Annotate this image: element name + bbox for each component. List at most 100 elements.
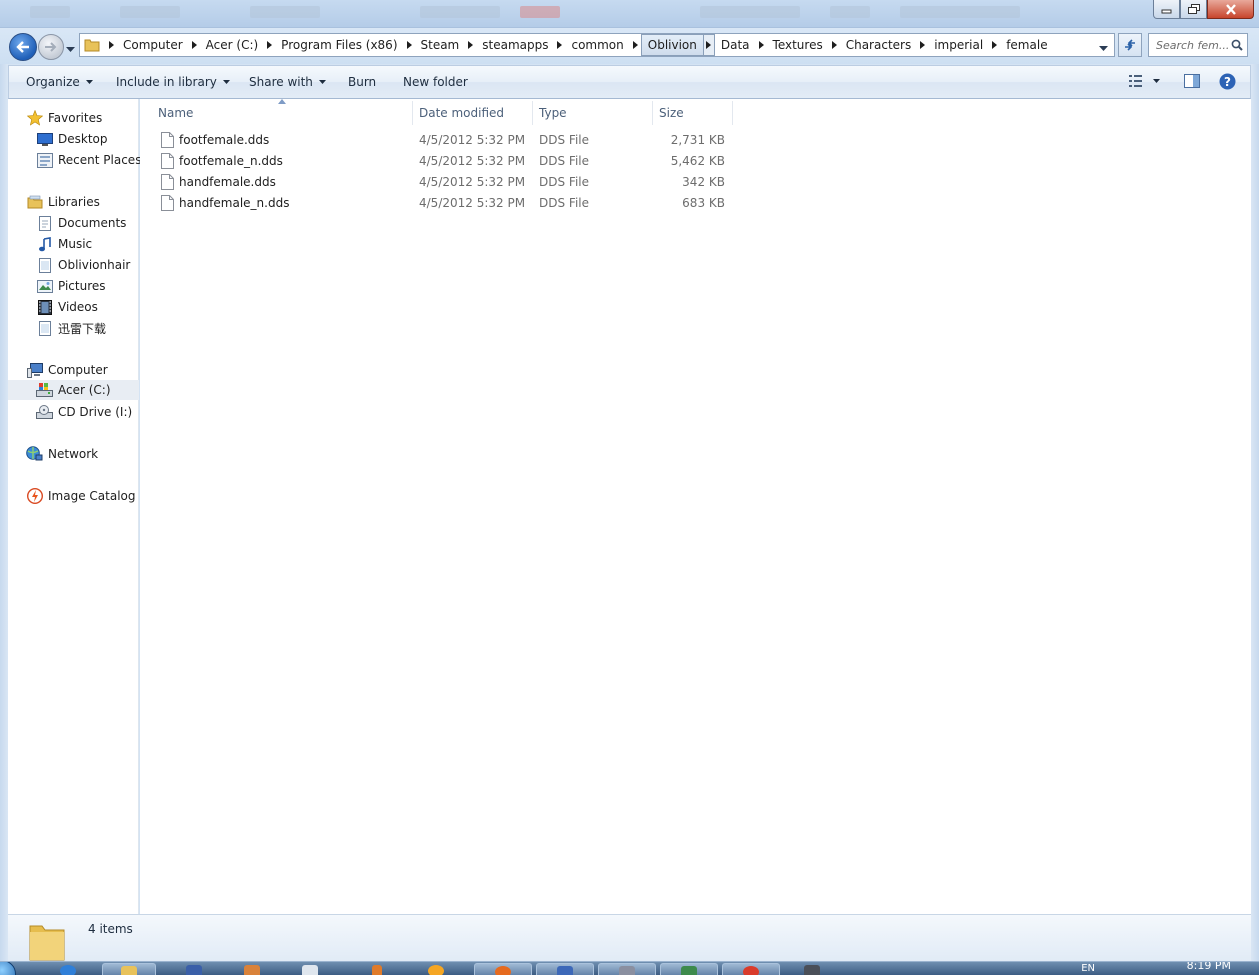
column-divider[interactable] [532,101,533,125]
breadcrumb-item[interactable]: Oblivion [640,34,715,56]
taskbar-app-button[interactable] [536,963,594,975]
forward-arrow-icon [45,42,57,52]
breadcrumb-separator[interactable] [189,34,200,56]
breadcrumb-separator[interactable] [829,34,840,56]
taskbar-app-icon[interactable] [244,965,260,975]
burn-button[interactable]: Burn [348,66,376,98]
preview-pane-button[interactable] [1184,73,1201,92]
breadcrumb-label: Computer [123,38,183,52]
breadcrumb-item[interactable]: Characters [840,34,929,56]
close-button[interactable] [1207,0,1254,19]
taskbar-app-icon[interactable] [186,965,202,975]
refresh-button[interactable] [1118,33,1142,57]
minimize-button[interactable] [1153,0,1180,19]
forward-button[interactable] [38,34,64,60]
breadcrumb-separator[interactable] [404,34,415,56]
share-with-button[interactable]: Share with [249,66,326,98]
file-date-modified: 4/5/2012 5:32 PM [419,154,526,168]
file-icon [161,153,174,172]
organize-button[interactable]: Organize [26,66,93,98]
minimize-icon [1161,9,1172,13]
file-row[interactable]: handfemale_n.dds 4/5/2012 5:32 PM DDS File… [157,193,732,214]
file-row[interactable]: footfemale.dds 4/5/2012 5:32 PM DDS File 2,… [157,130,732,151]
search-box[interactable]: Search fem... [1148,33,1248,57]
new-folder-button[interactable]: New folder [403,66,468,98]
nav-network-label: Network [48,447,99,461]
file-row[interactable]: handfemale.dds 4/5/2012 5:32 PM DDS File 34… [157,172,732,193]
nav-desktop-label: Desktop [58,132,108,146]
nav-computer[interactable]: Computer [26,360,157,380]
column-divider[interactable] [732,101,733,125]
address-history-dropdown[interactable] [1099,41,1108,55]
include-in-library-label: Include in library [116,75,217,89]
taskbar-app-icon[interactable] [804,965,820,975]
nav-drive-c[interactable]: Acer (C:) [8,380,139,400]
file-size: 342 KB [682,175,725,189]
breadcrumb-label: Textures [772,38,823,52]
breadcrumb-label: imperial [934,38,984,52]
maximize-button[interactable] [1180,0,1207,19]
breadcrumb-item[interactable]: Computer [117,34,200,56]
network-icon [26,446,43,463]
breadcrumb-item[interactable]: common [565,34,640,56]
breadcrumb-item[interactable]: Data [715,34,767,56]
library-folder-icon [36,320,53,337]
column-header-size[interactable]: Size [659,101,684,125]
column-header-name[interactable]: Name [158,101,193,125]
cd-drive-icon [36,404,53,421]
breadcrumb-item[interactable]: Textures [767,34,840,56]
breadcrumb-separator[interactable] [264,34,275,56]
taskbar-clock[interactable]: 8:19 PM [1187,962,1231,972]
taskbar-explorer-button[interactable] [102,963,156,975]
nav-favorites[interactable]: Favorites [26,108,157,128]
column-divider[interactable] [652,101,653,125]
chevron-down-icon [66,47,75,52]
search-placeholder: Search fem... [1156,39,1230,52]
taskbar-app-icon [619,966,635,975]
column-header-date-modified[interactable]: Date modified [419,101,504,125]
chrome-icon [743,966,759,975]
language-indicator[interactable]: EN [1081,963,1095,974]
breadcrumb-separator[interactable] [630,34,641,56]
internet-explorer-icon[interactable] [60,965,76,975]
recent-pages-dropdown[interactable] [66,42,75,56]
breadcrumb-item[interactable]: steamapps [476,34,565,56]
breadcrumb: Computer Acer (C:) Program Files (x86) Stea… [106,34,1054,56]
navigation-pane: Favorites Desktop Recent Places Librarie… [8,99,141,914]
back-button[interactable] [9,33,37,61]
breadcrumb-separator[interactable] [917,34,928,56]
start-button[interactable] [0,962,16,975]
breadcrumb-item[interactable]: Steam [415,34,477,56]
include-in-library-button[interactable]: Include in library [116,66,230,98]
taskbar-app-icon[interactable] [428,965,444,975]
taskbar-app-icon[interactable] [302,965,318,975]
taskbar-chrome-button[interactable] [722,963,780,975]
address-bar[interactable]: Computer Acer (C:) Program Files (x86) Stea… [79,33,1115,57]
breadcrumb-separator[interactable] [465,34,476,56]
nav-videos-label: Videos [58,300,98,314]
breadcrumb-separator[interactable] [989,34,1000,56]
taskbar-app-button[interactable] [660,963,718,975]
breadcrumb-item[interactable]: Acer (C:) [200,34,276,56]
breadcrumb-item[interactable]: female [1000,34,1053,56]
column-header-type[interactable]: Type [539,101,567,125]
breadcrumb-item[interactable]: Program Files (x86) [275,34,414,56]
taskbar-app-icon[interactable] [372,965,382,975]
help-button[interactable]: ? [1219,73,1236,93]
music-icon [36,236,53,253]
file-row[interactable]: footfemale_n.dds 4/5/2012 5:32 PM DDS File… [157,151,732,172]
breadcrumb-separator[interactable] [703,34,715,56]
breadcrumb-separator[interactable] [554,34,565,56]
breadcrumb-item[interactable]: imperial [928,34,1000,56]
nav-image-catalog[interactable]: Image Catalog [26,486,157,506]
taskbar-firefox-button[interactable] [474,963,532,975]
column-divider[interactable] [412,101,413,125]
close-icon [1225,3,1236,15]
breadcrumb-separator[interactable] [756,34,767,56]
taskbar-app-button[interactable] [598,963,656,975]
breadcrumb-label: Program Files (x86) [281,38,398,52]
nav-network[interactable]: Network [26,444,157,464]
nav-libraries[interactable]: Libraries [26,192,157,212]
breadcrumb-separator[interactable] [106,34,117,56]
change-view-button[interactable] [1129,73,1161,92]
